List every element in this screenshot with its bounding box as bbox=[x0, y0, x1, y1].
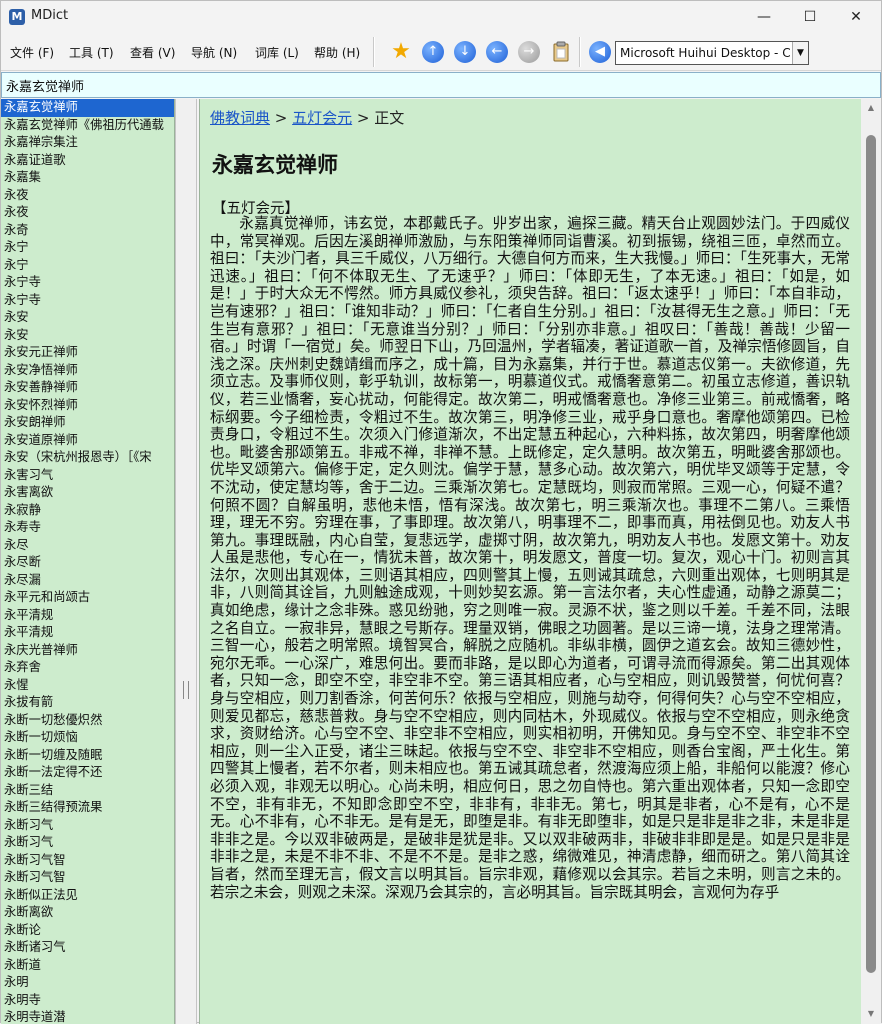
word-list-item[interactable]: 永断诸习气 bbox=[1, 939, 174, 957]
word-list-item[interactable]: 永平清规 bbox=[1, 624, 174, 642]
word-list-item[interactable]: 永安道原禅师 bbox=[1, 432, 174, 450]
word-list-item[interactable]: 永断离欲 bbox=[1, 904, 174, 922]
word-list-item[interactable]: 永嘉玄觉禅师 bbox=[1, 99, 174, 117]
arrow-up-icon[interactable]: ↑ bbox=[422, 41, 444, 63]
toolbar-separator bbox=[373, 37, 375, 67]
word-list-item[interactable]: 永寂静 bbox=[1, 502, 174, 520]
word-list-item[interactable]: 永宁 bbox=[1, 257, 174, 275]
menu-navigate[interactable]: 导航 (N) bbox=[191, 44, 237, 61]
word-list-item[interactable]: 永宁 bbox=[1, 239, 174, 257]
breadcrumb-separator: > bbox=[270, 109, 293, 127]
word-list-item[interactable]: 永断习气智 bbox=[1, 852, 174, 870]
word-list[interactable]: 永嘉玄觉禅师 永嘉玄觉禅师《佛祖历代通载 永嘉禅宗集注 永嘉证道歌 永嘉集 永夜 永夜 永奇永… bbox=[1, 99, 175, 1024]
star-icon[interactable]: ★ bbox=[390, 41, 412, 63]
word-list-item[interactable]: 永害离欲 bbox=[1, 484, 174, 502]
word-list-item[interactable]: 永弃舍 bbox=[1, 659, 174, 677]
word-list-item[interactable]: 永断习气智 bbox=[1, 869, 174, 887]
window-title: MDict bbox=[31, 8, 69, 23]
word-list-item[interactable]: 永安怀烈禅师 bbox=[1, 397, 174, 415]
arrow-left-icon[interactable]: ← bbox=[486, 41, 508, 63]
breadcrumb-separator: > bbox=[352, 109, 375, 127]
word-list-item[interactable]: 永安净悟禅师 bbox=[1, 362, 174, 380]
word-list-item[interactable]: 永断习气 bbox=[1, 834, 174, 852]
word-list-item[interactable]: 永平清规 bbox=[1, 607, 174, 625]
word-list-item[interactable]: 永嘉玄觉禅师《佛祖历代通载 bbox=[1, 117, 174, 135]
word-list-item[interactable]: 永断似正法见 bbox=[1, 887, 174, 905]
word-list-item[interactable]: 永害习气 bbox=[1, 467, 174, 485]
arrow-down-icon[interactable]: ↓ bbox=[454, 41, 476, 63]
breadcrumb-current: 正文 bbox=[374, 109, 405, 127]
menu-help[interactable]: 帮助 (H) bbox=[314, 44, 360, 61]
word-list-item[interactable]: 永断论 bbox=[1, 922, 174, 940]
word-list-item[interactable]: 永宁寺 bbox=[1, 292, 174, 310]
close-button[interactable]: ✕ bbox=[833, 1, 879, 33]
menu-view[interactable]: 查看 (V) bbox=[130, 44, 175, 61]
menu-library[interactable]: 词库 (L) bbox=[255, 44, 299, 61]
menu-toolbar: 文件 (F) 工具 (T) 查看 (V) 导航 (N) 词库 (L) 帮助 (H… bbox=[1, 33, 881, 71]
word-list-item[interactable]: 永尽断 bbox=[1, 554, 174, 572]
arrow-right-icon[interactable]: → bbox=[518, 41, 540, 63]
word-list-item[interactable]: 永断一法定得不还 bbox=[1, 764, 174, 782]
word-list-item[interactable]: 永庆光普禅师 bbox=[1, 642, 174, 660]
search-bar bbox=[1, 72, 881, 98]
word-list-item[interactable]: 永拔有箭 bbox=[1, 694, 174, 712]
word-list-item[interactable]: 永寿寺 bbox=[1, 519, 174, 537]
app-window: M MDict — ☐ ✕ 文件 (F) 工具 (T) 查看 (V) 导航 (N… bbox=[0, 0, 882, 1024]
menu-tools[interactable]: 工具 (T) bbox=[69, 44, 114, 61]
word-list-item[interactable]: 永夜 bbox=[1, 204, 174, 222]
entry-body: 永嘉真觉禅师，讳玄觉，本郡戴氏子。丱岁出家，遍探三藏。精天台止观圆妙法门。于四威… bbox=[210, 215, 850, 901]
scroll-up-icon[interactable]: ▲ bbox=[866, 103, 876, 113]
word-list-item[interactable]: 永安元正禅师 bbox=[1, 344, 174, 362]
vertical-scrollbar[interactable]: ▲ ▼ bbox=[861, 99, 881, 1024]
speaker-back-icon[interactable]: ◀ bbox=[589, 41, 611, 63]
search-input[interactable] bbox=[6, 76, 866, 94]
breadcrumb-link-dictionary[interactable]: 佛教词典 bbox=[210, 109, 270, 127]
word-list-item[interactable]: 永明寺道潜 bbox=[1, 1009, 174, 1024]
entry-title: 永嘉玄觉禅师 bbox=[212, 152, 338, 177]
word-list-item[interactable]: 永嘉证道歌 bbox=[1, 152, 174, 170]
toolbar-separator bbox=[579, 37, 581, 67]
clipboard-icon[interactable] bbox=[550, 41, 572, 63]
word-list-item[interactable]: 永安 bbox=[1, 309, 174, 327]
word-list-item[interactable]: 永明 bbox=[1, 974, 174, 992]
scrollbar-thumb[interactable] bbox=[866, 135, 876, 973]
word-list-item[interactable]: 永断道 bbox=[1, 957, 174, 975]
menu-file[interactable]: 文件 (F) bbox=[10, 44, 54, 61]
word-list-item[interactable]: 永夜 bbox=[1, 187, 174, 205]
word-list-item[interactable]: 永断三结得预流果 bbox=[1, 799, 174, 817]
word-list-item[interactable]: 永断习气 bbox=[1, 817, 174, 835]
minimize-button[interactable]: — bbox=[741, 1, 787, 33]
word-list-item[interactable]: 永安朗禅师 bbox=[1, 414, 174, 432]
breadcrumb-link-book[interactable]: 五灯会元 bbox=[292, 109, 352, 127]
word-list-item[interactable]: 永安善静禅师 bbox=[1, 379, 174, 397]
dictionary-select[interactable]: Microsoft Huihui Desktop - C ▼ bbox=[615, 41, 809, 65]
word-list-item[interactable]: 永奇 bbox=[1, 222, 174, 240]
pane-splitter[interactable] bbox=[175, 99, 197, 1024]
word-list-item[interactable]: 永平元和尚颂古 bbox=[1, 589, 174, 607]
title-bar: M MDict — ☐ ✕ bbox=[1, 1, 881, 33]
dictionary-select-value: Microsoft Huihui Desktop - C bbox=[620, 46, 791, 60]
word-list-item[interactable]: 永嘉禅宗集注 bbox=[1, 134, 174, 152]
word-list-item[interactable]: 永安 bbox=[1, 327, 174, 345]
word-list-item[interactable]: 永嘉集 bbox=[1, 169, 174, 187]
word-list-item[interactable]: 永断一切烦恼 bbox=[1, 729, 174, 747]
word-list-item[interactable]: 永惺 bbox=[1, 677, 174, 695]
word-list-item[interactable]: 永尽漏 bbox=[1, 572, 174, 590]
word-list-item[interactable]: 永安（宋杭州报恩寺）［《宋 bbox=[1, 449, 174, 467]
splitter-grip[interactable] bbox=[183, 681, 189, 699]
word-list-item[interactable]: 永断一切缠及随眠 bbox=[1, 747, 174, 765]
word-list-item[interactable]: 永明寺 bbox=[1, 992, 174, 1010]
word-list-item[interactable]: 永断一切愁優炽然 bbox=[1, 712, 174, 730]
mdict-app-icon: M bbox=[9, 9, 25, 25]
breadcrumb: 佛教词典 > 五灯会元 > 正文 bbox=[210, 107, 404, 128]
word-list-item[interactable]: 永断三结 bbox=[1, 782, 174, 800]
word-list-item[interactable]: 永尽 bbox=[1, 537, 174, 555]
definition-pane: 佛教词典 > 五灯会元 > 正文 永嘉玄觉禅师 【五灯会元】 永嘉真觉禅师，讳玄… bbox=[199, 99, 861, 1024]
word-list-item[interactable]: 永宁寺 bbox=[1, 274, 174, 292]
maximize-button[interactable]: ☐ bbox=[787, 1, 833, 33]
chevron-down-icon[interactable]: ▼ bbox=[792, 42, 808, 64]
scroll-down-icon[interactable]: ▼ bbox=[866, 1009, 876, 1019]
